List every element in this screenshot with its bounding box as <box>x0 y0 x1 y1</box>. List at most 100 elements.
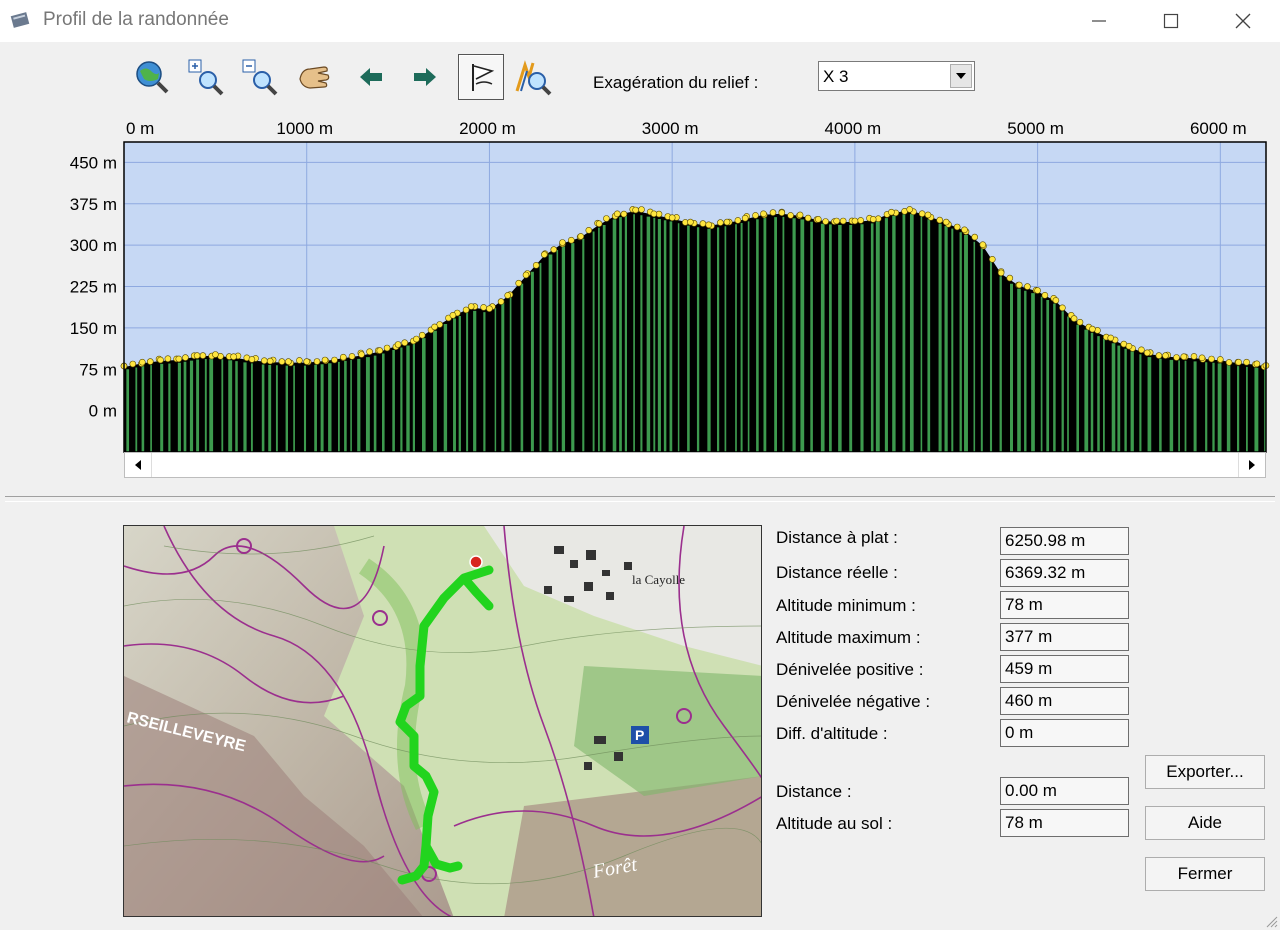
data-point[interactable] <box>1198 354 1206 362</box>
pan-hand-icon[interactable] <box>293 56 335 98</box>
data-point[interactable] <box>303 358 311 365</box>
data-point[interactable] <box>1107 334 1114 342</box>
data-point[interactable] <box>851 217 859 225</box>
data-point[interactable] <box>1143 349 1151 357</box>
data-point[interactable] <box>193 352 201 359</box>
data-point[interactable] <box>1089 325 1096 333</box>
data-point[interactable] <box>431 323 438 331</box>
data-point[interactable] <box>869 216 877 223</box>
data-point[interactable] <box>942 218 950 226</box>
data-point[interactable] <box>997 269 1005 277</box>
chart-scrollbar[interactable] <box>124 452 1266 478</box>
data-point[interactable] <box>449 312 457 319</box>
help-button[interactable]: Aide <box>1145 806 1265 840</box>
data-point[interactable] <box>906 206 914 213</box>
profile-point[interactable] <box>567 236 575 244</box>
data-point[interactable] <box>650 210 658 218</box>
profile-point[interactable] <box>1138 346 1145 354</box>
data-point[interactable] <box>486 305 493 312</box>
data-point[interactable] <box>559 239 566 246</box>
profile-point[interactable] <box>620 210 628 218</box>
data-point[interactable] <box>741 214 749 222</box>
data-point[interactable] <box>613 210 621 218</box>
profile-point[interactable] <box>936 216 944 224</box>
panel-splitter[interactable] <box>5 496 1275 502</box>
profile-zoom-icon[interactable] <box>512 56 554 98</box>
data-point[interactable] <box>1015 281 1023 289</box>
profile-point[interactable] <box>418 331 426 339</box>
profile-point[interactable] <box>182 354 189 361</box>
data-point[interactable] <box>212 351 219 358</box>
resize-grip-icon[interactable] <box>1264 914 1278 928</box>
minimize-icon[interactable] <box>1064 0 1134 42</box>
data-point[interactable] <box>577 233 585 240</box>
data-point[interactable] <box>1052 297 1060 304</box>
profile-point[interactable] <box>532 262 540 269</box>
data-point[interactable] <box>175 355 183 363</box>
profile-point[interactable] <box>1208 355 1215 363</box>
data-point[interactable] <box>376 347 384 354</box>
data-point[interactable] <box>540 251 548 258</box>
profile-point[interactable] <box>857 217 865 224</box>
profile-point[interactable] <box>296 357 303 364</box>
data-point[interactable] <box>1235 358 1242 366</box>
profile-point[interactable] <box>638 206 645 213</box>
profile-point[interactable] <box>734 217 742 224</box>
data-point[interactable] <box>1217 356 1224 363</box>
data-point[interactable] <box>413 335 420 343</box>
zoom-in-icon[interactable] <box>185 56 227 98</box>
data-point[interactable] <box>687 218 694 226</box>
data-point[interactable] <box>760 210 767 218</box>
profile-point[interactable] <box>1006 274 1014 282</box>
profile-point[interactable] <box>515 279 523 287</box>
data-point[interactable] <box>1070 315 1078 322</box>
profile-point[interactable] <box>1225 359 1233 366</box>
profile-point[interactable] <box>717 219 724 226</box>
data-point[interactable] <box>924 211 932 219</box>
profile-point[interactable] <box>699 220 707 227</box>
data-point[interactable] <box>705 221 713 229</box>
data-point[interactable] <box>339 353 347 361</box>
data-point[interactable] <box>778 209 786 216</box>
profile-point[interactable] <box>199 352 207 359</box>
data-point[interactable] <box>285 358 292 365</box>
profile-point[interactable] <box>1155 352 1163 359</box>
profile-point[interactable] <box>988 256 996 263</box>
data-point[interactable] <box>668 214 676 221</box>
close-button[interactable]: Fermer <box>1145 857 1265 891</box>
profile-point[interactable] <box>278 358 286 365</box>
scroll-left-icon[interactable] <box>125 453 152 477</box>
profile-point[interactable] <box>129 360 137 368</box>
data-point[interactable] <box>1125 342 1133 350</box>
data-point[interactable] <box>230 353 237 360</box>
data-point[interactable] <box>248 356 256 363</box>
profile-point[interactable] <box>822 218 829 225</box>
profile-point[interactable] <box>383 344 391 352</box>
data-point[interactable] <box>321 356 329 364</box>
data-point[interactable] <box>1034 287 1041 294</box>
profile-point[interactable] <box>348 353 356 360</box>
profile-point[interactable] <box>839 217 847 225</box>
data-point[interactable] <box>814 216 822 223</box>
profile-point[interactable] <box>401 339 409 346</box>
data-point[interactable] <box>961 226 968 234</box>
topo-map[interactable]: la Cayolle RSEILLEVEYRE Forêt P <box>123 525 762 917</box>
data-point[interactable] <box>833 217 840 225</box>
close-icon[interactable] <box>1208 0 1278 42</box>
profile-point[interactable] <box>260 357 268 364</box>
profile-point[interactable] <box>918 210 926 217</box>
zoom-out-icon[interactable] <box>239 56 281 98</box>
data-point[interactable] <box>139 358 146 366</box>
data-point[interactable] <box>632 206 639 214</box>
data-point[interactable] <box>888 208 895 216</box>
profile-point[interactable] <box>1190 353 1198 360</box>
profile-point[interactable] <box>603 215 610 222</box>
data-point[interactable] <box>979 241 987 248</box>
profile-point[interactable] <box>787 212 794 219</box>
export-button[interactable]: Exporter... <box>1145 755 1265 789</box>
arrow-right-icon[interactable] <box>404 56 446 98</box>
elevation-chart-svg[interactable]: 0 m 1000 m 2000 m 3000 m 4000 m 5000 m 6000 m 4… <box>0 110 1280 455</box>
arrow-left-icon[interactable] <box>350 56 392 98</box>
profile-point[interactable] <box>804 214 812 222</box>
data-point[interactable] <box>394 341 402 348</box>
